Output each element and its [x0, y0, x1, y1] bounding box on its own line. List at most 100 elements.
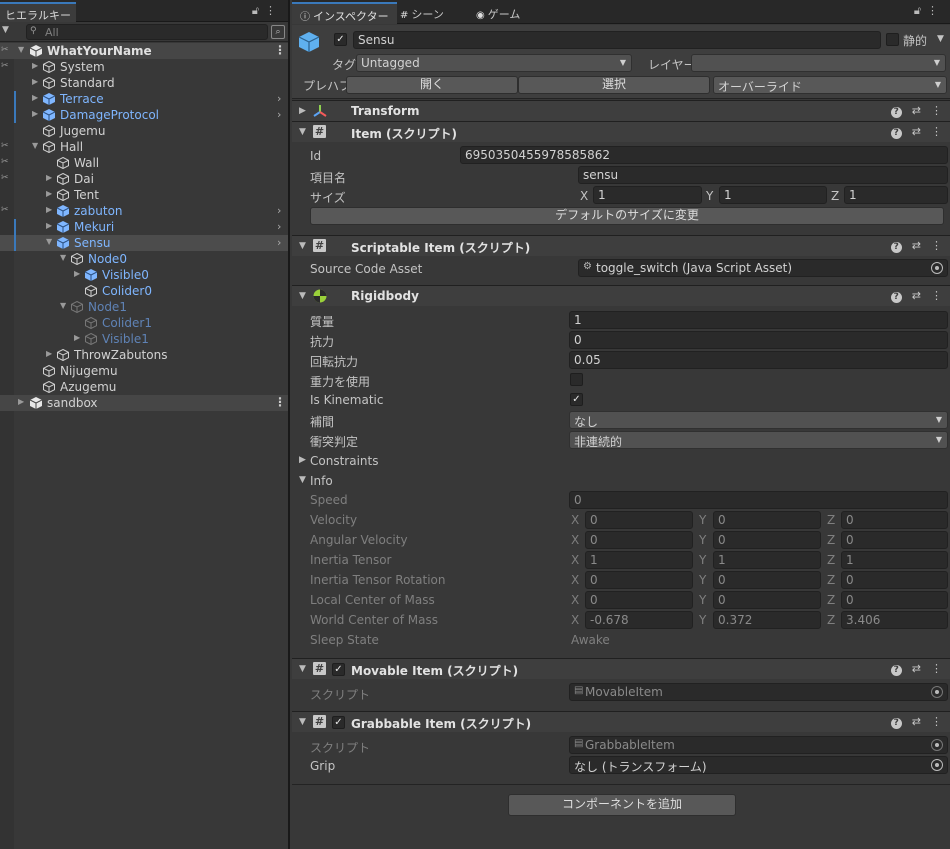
fold-arrow-icon[interactable]: ▶: [18, 397, 24, 406]
fold-arrow-icon[interactable]: ▶: [32, 109, 38, 118]
tree-row-wall[interactable]: ✂ Wall: [0, 155, 288, 171]
hidden-eye-icon[interactable]: ✂: [1, 205, 9, 215]
active-checkbox[interactable]: ✓: [334, 33, 347, 46]
fold-arrow-icon[interactable]: ▶: [46, 221, 52, 230]
search-filter-button[interactable]: ⌕: [271, 25, 285, 39]
grip-field[interactable]: なし (トランスフォーム): [569, 756, 948, 774]
add-component-button[interactable]: コンポーネントを追加: [508, 794, 736, 816]
hidden-eye-icon[interactable]: ✂: [1, 141, 9, 151]
item-name-field[interactable]: sensu: [578, 166, 948, 184]
hierarchy-search-input[interactable]: ⚲ All: [26, 24, 268, 40]
presets-icon[interactable]: ⇄: [912, 715, 921, 728]
tree-row-colider0[interactable]: Colider0: [0, 283, 288, 299]
fold-arrow-icon[interactable]: ▶: [32, 77, 38, 86]
grabbable-item-header[interactable]: ▼ # ✓ Grabbable Item (スクリプト) ? ⇄ ⋮: [292, 711, 950, 732]
kebab-menu-icon[interactable]: ⋮: [931, 104, 942, 117]
fold-arrow-icon[interactable]: ▼: [299, 717, 306, 727]
open-prefab-arrow-icon[interactable]: ›: [277, 220, 281, 233]
object-picker-icon[interactable]: [931, 262, 943, 274]
fold-arrow-icon[interactable]: ▶: [46, 205, 52, 214]
tab-inspector[interactable]: ⓘ インスペクター: [292, 2, 397, 24]
hidden-eye-icon[interactable]: ✂: [1, 61, 9, 71]
tree-row-node0[interactable]: ▼ Node0: [0, 251, 288, 267]
object-picker-icon[interactable]: [931, 759, 943, 771]
grabbable-enabled-checkbox[interactable]: ✓: [332, 716, 345, 729]
tree-row-visible0[interactable]: ▶ Visible0: [0, 267, 288, 283]
presets-icon[interactable]: ⇄: [912, 289, 921, 302]
row-menu-icon[interactable]: ⋮: [274, 395, 286, 409]
static-dropdown-icon[interactable]: ▼: [937, 34, 944, 44]
tab-game[interactable]: ◉ ゲーム: [468, 2, 528, 24]
prefab-overrides-dropdown[interactable]: オーバーライド ▼: [713, 76, 947, 94]
kebab-menu-icon[interactable]: ⋮: [927, 4, 944, 17]
fold-arrow-icon[interactable]: ▶: [74, 333, 80, 342]
tree-row-system[interactable]: ✂ ▶ System: [0, 59, 288, 75]
tree-row-dai[interactable]: ✂ ▶ Dai: [0, 171, 288, 187]
open-prefab-arrow-icon[interactable]: ›: [277, 204, 281, 217]
kebab-menu-icon[interactable]: ⋮: [265, 4, 282, 17]
kebab-menu-icon[interactable]: ⋮: [931, 715, 942, 728]
create-dropdown-icon[interactable]: ▼: [2, 25, 9, 35]
movable-enabled-checkbox[interactable]: ✓: [332, 663, 345, 676]
tree-row-standard[interactable]: ▶ Standard: [0, 75, 288, 91]
fold-arrow-icon[interactable]: ▶: [74, 269, 80, 278]
scriptable-item-header[interactable]: ▼ # Scriptable Item (スクリプト) ? ⇄ ⋮: [292, 235, 950, 256]
tree-row-terrace[interactable]: ▶ Terrace ›: [0, 91, 288, 107]
help-icon[interactable]: ?: [890, 718, 902, 729]
info-label[interactable]: Info: [310, 474, 333, 488]
presets-icon[interactable]: ⇄: [912, 125, 921, 138]
presets-icon[interactable]: ⇄: [912, 662, 921, 675]
size-z-field[interactable]: 1: [844, 186, 948, 204]
tree-row-nijugemu[interactable]: Nijugemu: [0, 363, 288, 379]
presets-icon[interactable]: ⇄: [912, 104, 921, 117]
tree-row-scene-sandbox[interactable]: ▶ sandbox ⋮: [0, 395, 288, 411]
static-checkbox[interactable]: [886, 33, 899, 46]
interpolate-dropdown[interactable]: なし ▼: [569, 411, 948, 429]
lock-icon[interactable]: 🔓︎: [914, 4, 927, 17]
row-menu-icon[interactable]: ⋮: [274, 43, 286, 57]
use-gravity-checkbox[interactable]: [570, 373, 583, 386]
angular-drag-field[interactable]: 0.05: [569, 351, 948, 369]
object-name-field[interactable]: Sensu: [353, 31, 881, 49]
mass-field[interactable]: 1: [569, 311, 948, 329]
kebab-menu-icon[interactable]: ⋮: [931, 125, 942, 138]
hidden-eye-icon[interactable]: ✂: [1, 45, 9, 55]
constraints-fold-icon[interactable]: ▶: [299, 455, 306, 465]
fold-arrow-icon[interactable]: ▼: [46, 237, 52, 246]
tree-row-node1[interactable]: ▼ Node1: [0, 299, 288, 315]
layer-dropdown[interactable]: ▼: [691, 54, 946, 72]
fold-arrow-icon[interactable]: ▶: [32, 61, 38, 70]
tree-row-scene-whatyourname[interactable]: ✂ ▼ WhatYourName ⋮: [0, 43, 288, 59]
tree-row-visible1[interactable]: ▶ Visible1: [0, 331, 288, 347]
fold-arrow-icon[interactable]: ▼: [60, 301, 66, 310]
collision-detection-dropdown[interactable]: 非連続的 ▼: [569, 431, 948, 449]
size-y-field[interactable]: 1: [719, 186, 827, 204]
size-x-field[interactable]: 1: [593, 186, 702, 204]
tree-row-azugemu[interactable]: Azugemu: [0, 379, 288, 395]
fold-arrow-icon[interactable]: ▼: [60, 253, 66, 262]
open-prefab-arrow-icon[interactable]: ›: [277, 108, 281, 121]
kebab-menu-icon[interactable]: ⋮: [931, 239, 942, 252]
fold-arrow-icon[interactable]: ▼: [299, 241, 306, 251]
drag-field[interactable]: 0: [569, 331, 948, 349]
reset-size-button[interactable]: デフォルトのサイズに変更: [310, 207, 944, 225]
hidden-eye-icon[interactable]: ✂: [1, 173, 9, 183]
fold-arrow-icon[interactable]: ▶: [46, 189, 52, 198]
source-asset-field[interactable]: ⚙ toggle_switch (Java Script Asset): [578, 259, 948, 277]
open-prefab-arrow-icon[interactable]: ›: [277, 236, 281, 249]
fold-arrow-icon[interactable]: ▼: [299, 664, 306, 674]
kebab-menu-icon[interactable]: ⋮: [931, 289, 942, 302]
open-prefab-arrow-icon[interactable]: ›: [277, 92, 281, 105]
tree-row-throwzabutons[interactable]: ▶ ThrowZabutons: [0, 347, 288, 363]
tag-dropdown[interactable]: Untagged ▼: [356, 54, 632, 72]
constraints-label[interactable]: Constraints: [310, 454, 378, 468]
tree-row-mekuri[interactable]: ▶ Mekuri ›: [0, 219, 288, 235]
movable-item-header[interactable]: ▼ # ✓ Movable Item (スクリプト) ? ⇄ ⋮: [292, 658, 950, 679]
tab-hierarchy[interactable]: ヒエラルキー: [0, 2, 76, 22]
fold-arrow-icon[interactable]: ▶: [46, 349, 52, 358]
help-icon[interactable]: ?: [890, 665, 902, 676]
presets-icon[interactable]: ⇄: [912, 239, 921, 252]
help-icon[interactable]: ?: [890, 128, 902, 139]
is-kinematic-checkbox[interactable]: ✓: [570, 393, 583, 406]
tree-row-zabuton[interactable]: ✂ ▶ zabuton ›: [0, 203, 288, 219]
